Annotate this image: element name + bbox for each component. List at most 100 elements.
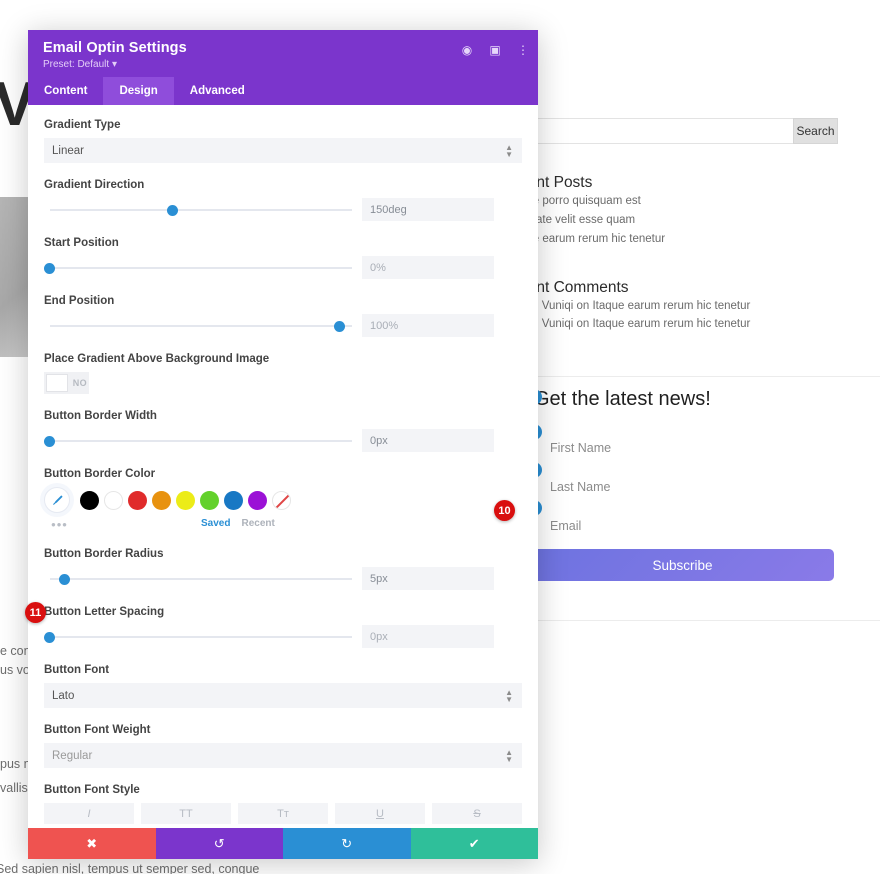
- button-border-radius-value[interactable]: 5px: [362, 567, 494, 590]
- field-button-border-radius: Button Border Radius 5px: [44, 548, 522, 590]
- field-label: Button Border Color: [44, 468, 156, 480]
- redo-button[interactable]: ↻: [283, 828, 411, 859]
- chevron-down-icon: ▾: [111, 59, 117, 70]
- last-name-input[interactable]: Last Name: [532, 471, 834, 503]
- gradient-type-select[interactable]: Linear ▲ ▼: [44, 138, 522, 163]
- layout-toggle-icon[interactable]: ▣: [488, 43, 502, 57]
- field-label: Start Position: [44, 237, 119, 249]
- save-button[interactable]: ✔: [410, 828, 538, 859]
- end-position-value[interactable]: 100%: [362, 314, 494, 337]
- end-position-slider[interactable]: [44, 317, 352, 335]
- small-caps-icon[interactable]: Tт: [238, 803, 328, 824]
- place-gradient-toggle[interactable]: NO: [44, 372, 89, 394]
- slider-track: [50, 208, 352, 211]
- gradient-direction-slider[interactable]: [44, 201, 352, 219]
- recent-post-link[interactable]: que porro quisquam est: [520, 195, 641, 207]
- button-border-width-value[interactable]: 0px: [362, 429, 494, 452]
- email-optin-settings-modal: Email Optin Settings Preset: Default ▾ ◉…: [28, 30, 538, 859]
- swatch-black[interactable]: [80, 490, 99, 510]
- slider-track: [50, 577, 352, 580]
- undo-button[interactable]: ↺: [155, 828, 283, 859]
- search-button[interactable]: Search: [793, 118, 838, 144]
- tab-advanced[interactable]: Advanced: [174, 77, 261, 105]
- italic-icon[interactable]: I: [44, 803, 134, 824]
- preset-selector[interactable]: Preset: Default ▾: [43, 59, 117, 70]
- field-gradient-type: Gradient Type Linear ▲ ▼: [44, 119, 522, 163]
- button-border-radius-slider[interactable]: [44, 570, 352, 588]
- field-button-font-weight: Button Font Weight Regular ▲ ▼: [44, 724, 522, 768]
- saved-colors-tab[interactable]: Saved: [201, 518, 230, 529]
- slider-knob[interactable]: [59, 573, 71, 585]
- modal-tabs: Content Design Advanced: [28, 77, 538, 105]
- field-label: Button Font Weight: [44, 724, 151, 736]
- modal-header: Email Optin Settings Preset: Default ▾ ◉…: [28, 30, 538, 77]
- field-label: Gradient Type: [44, 119, 121, 131]
- first-name-input[interactable]: First Name: [532, 432, 834, 464]
- slider-knob[interactable]: [167, 204, 179, 216]
- optin-heading: Get the latest news!: [534, 388, 711, 410]
- annotation-marker-11: 11: [25, 602, 46, 623]
- more-options-icon[interactable]: ⋮: [516, 43, 530, 57]
- tab-content[interactable]: Content: [28, 77, 103, 105]
- tab-design[interactable]: Design: [103, 77, 174, 105]
- recent-comment-link[interactable]: jetë Vuniqi on Itaque earum rerum hic te…: [520, 318, 750, 330]
- swatch-green[interactable]: [200, 490, 219, 510]
- swatch-purple[interactable]: [248, 490, 267, 510]
- slider-track: [50, 324, 352, 327]
- field-label: Gradient Direction: [44, 179, 145, 191]
- field-button-border-color: Button Border Color ••• Saved Recent: [44, 468, 522, 532]
- field-label: End Position: [44, 295, 115, 307]
- slider-knob[interactable]: [44, 262, 55, 274]
- slider-track: [50, 635, 352, 638]
- field-end-position: End Position 100%: [44, 295, 522, 337]
- color-swatch-row: [44, 487, 522, 513]
- start-position-slider[interactable]: [44, 259, 352, 277]
- field-place-gradient: Place Gradient Above Background Image NO: [44, 353, 522, 394]
- button-font-weight-select[interactable]: Regular ▲ ▼: [44, 743, 522, 768]
- subscribe-button[interactable]: Subscribe: [531, 549, 834, 581]
- slider-knob[interactable]: [333, 320, 345, 332]
- target-icon[interactable]: ◉: [460, 43, 474, 57]
- button-font-value: Lato: [52, 689, 75, 702]
- start-position-value[interactable]: 0%: [362, 256, 494, 279]
- button-font-select[interactable]: Lato ▲ ▼: [44, 683, 522, 708]
- field-label: Button Border Width: [44, 410, 157, 422]
- button-letter-spacing-value[interactable]: 0px: [362, 625, 494, 648]
- field-button-border-width: Button Border Width 0px: [44, 410, 522, 452]
- search-widget: Search: [520, 118, 840, 144]
- field-label: Place Gradient Above Background Image: [44, 353, 270, 365]
- recent-post-link[interactable]: que earum rerum hic tenetur: [520, 233, 665, 245]
- more-colors-icon[interactable]: •••: [44, 517, 75, 532]
- field-label: Button Font: [44, 664, 110, 676]
- swatch-red[interactable]: [128, 490, 147, 510]
- underline-icon[interactable]: U: [335, 803, 425, 824]
- chevron-updown-icon: ▲ ▼: [505, 142, 513, 159]
- eyedropper-icon[interactable]: [44, 487, 70, 513]
- search-input[interactable]: [520, 118, 793, 144]
- field-label: Button Border Radius: [44, 548, 164, 560]
- strikethrough-icon[interactable]: S: [432, 803, 522, 824]
- swatch-transparent[interactable]: [272, 490, 291, 510]
- slider-knob[interactable]: [44, 631, 55, 643]
- cancel-button[interactable]: ✖: [28, 828, 156, 859]
- field-label: Button Letter Spacing: [44, 606, 165, 618]
- toggle-label: NO: [72, 378, 87, 388]
- recent-comment-link[interactable]: jetë Vuniqi on Itaque earum rerum hic te…: [520, 300, 750, 312]
- button-border-width-slider[interactable]: [44, 432, 352, 450]
- gradient-type-value: Linear: [52, 144, 84, 157]
- button-letter-spacing-slider[interactable]: [44, 628, 352, 646]
- field-start-position: Start Position 0%: [44, 237, 522, 279]
- swatch-orange[interactable]: [152, 490, 171, 510]
- swatch-blue[interactable]: [224, 490, 243, 510]
- uppercase-icon[interactable]: TT: [141, 803, 231, 824]
- button-font-weight-value: Regular: [52, 749, 93, 762]
- chevron-updown-icon: ▲ ▼: [505, 687, 513, 704]
- recent-colors-tab[interactable]: Recent: [241, 518, 274, 529]
- modal-title: Email Optin Settings: [43, 40, 187, 56]
- gradient-direction-value[interactable]: 150deg: [362, 198, 494, 221]
- email-input[interactable]: Email: [532, 510, 834, 542]
- swatch-yellow[interactable]: [176, 490, 195, 510]
- field-label: Button Font Style: [44, 784, 140, 796]
- swatch-white[interactable]: [104, 490, 123, 510]
- slider-knob[interactable]: [44, 435, 55, 447]
